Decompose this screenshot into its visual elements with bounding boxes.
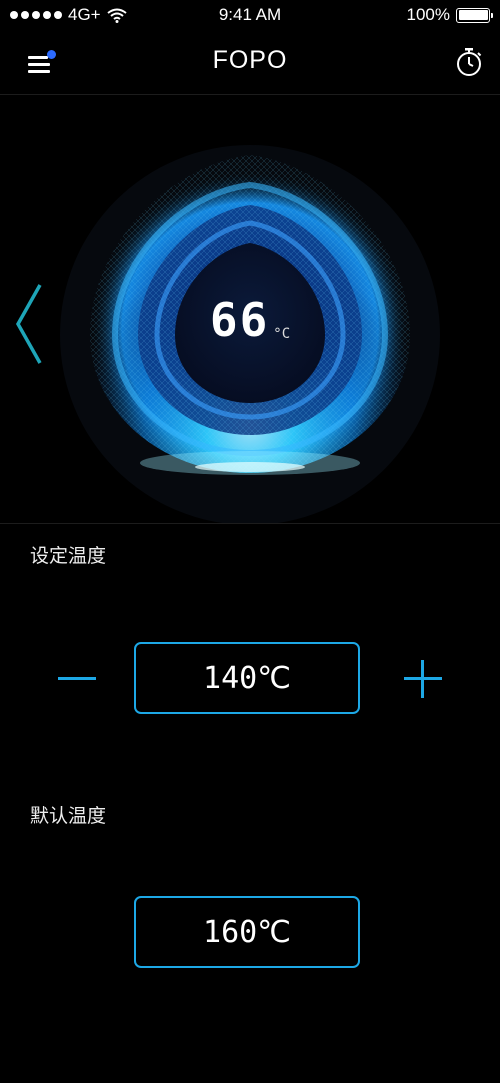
status-bar: 4G+ 9:41 AM 100%	[0, 0, 500, 30]
increase-temperature-button[interactable]	[404, 660, 442, 698]
default-temperature-field[interactable]: 160℃	[134, 896, 360, 968]
battery-percent: 100%	[406, 5, 450, 24]
decrease-temperature-button[interactable]	[58, 665, 96, 695]
set-temperature-label: 设定温度	[30, 545, 107, 567]
battery-icon	[456, 7, 493, 23]
current-temperature-unit: °C	[273, 326, 291, 342]
set-temperature-value: 140℃	[203, 660, 291, 696]
page-title: FOPO	[212, 46, 288, 74]
set-temperature-field[interactable]: 140℃	[134, 642, 360, 714]
timer-button[interactable]	[454, 46, 484, 78]
section-divider	[0, 523, 500, 524]
current-temperature-value: 66	[209, 293, 270, 347]
current-temperature: 66 °C	[0, 293, 500, 347]
stopwatch-icon	[457, 48, 482, 76]
nav-bar: FOPO	[0, 30, 500, 95]
battery-area: 100%	[406, 5, 493, 25]
temperature-display: 66 °C	[0, 95, 500, 523]
default-temperature-value: 160℃	[203, 914, 291, 950]
default-temperature-label: 默认温度	[30, 805, 107, 827]
